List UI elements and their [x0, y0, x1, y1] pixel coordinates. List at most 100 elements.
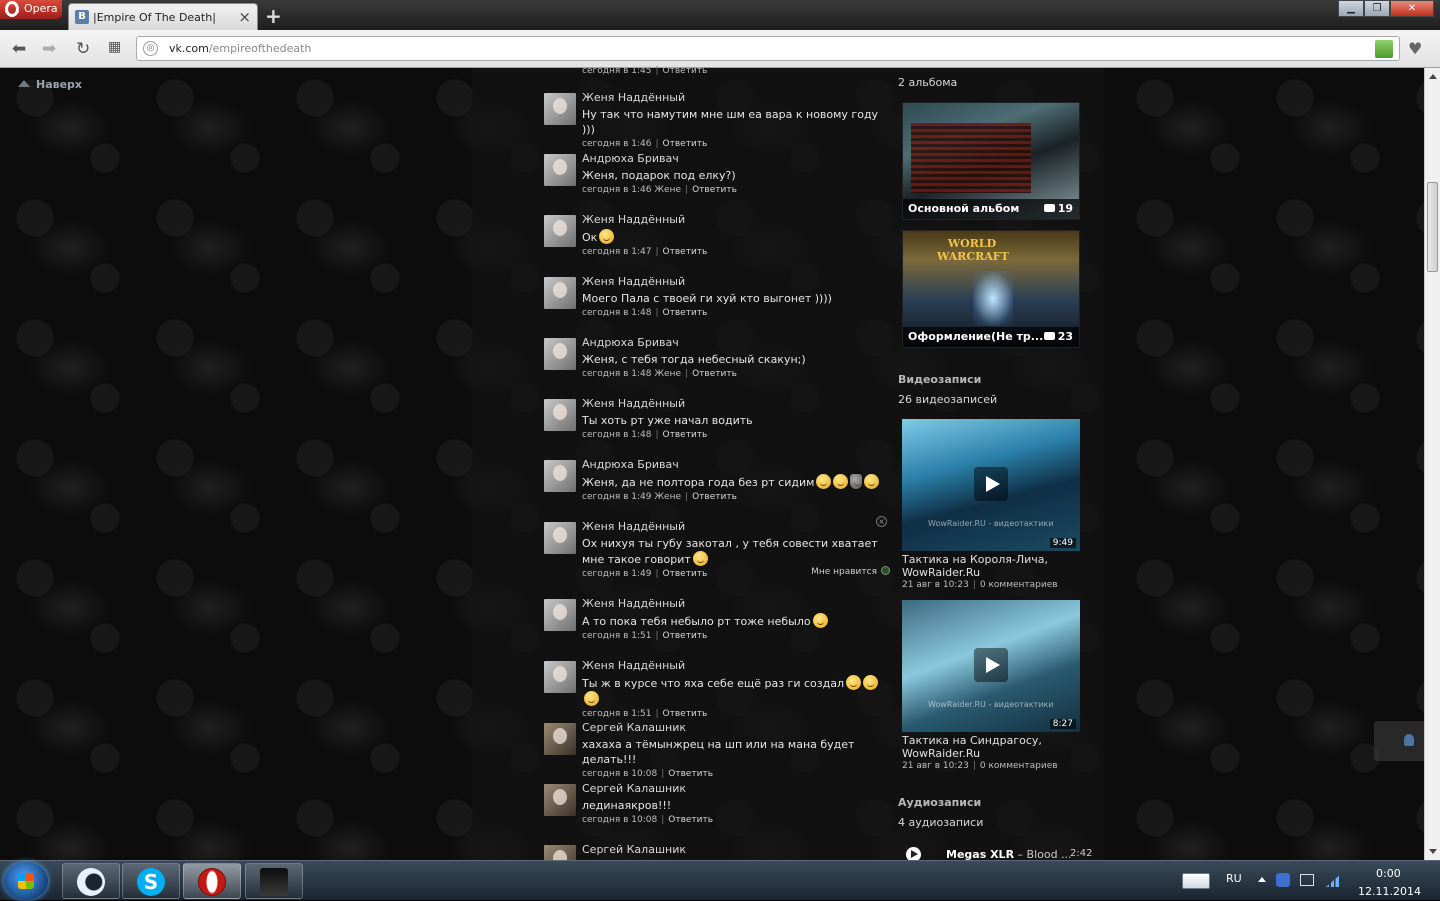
- comment-time[interactable]: сегодня в 1:49: [582, 492, 651, 502]
- reply-link[interactable]: Ответить: [668, 815, 713, 825]
- comment-time[interactable]: сегодня в 1:48: [582, 430, 651, 440]
- comment-meta: сегодня в 1:51 | Ответить: [582, 709, 708, 719]
- scroll-thumb[interactable]: [1427, 182, 1438, 272]
- video-title[interactable]: Тактика на Короля-Лича, WowRaider.Ru: [902, 553, 1082, 579]
- comment-text: Женя, да не полтора года без рт сидим: [582, 474, 882, 490]
- signal-icon[interactable]: [1326, 873, 1342, 887]
- reply-link[interactable]: Ответить: [663, 66, 708, 76]
- show-hidden-icons-icon[interactable]: [1258, 877, 1266, 882]
- reply-link[interactable]: Ответить: [668, 769, 713, 779]
- reply-link[interactable]: Ответить: [663, 247, 708, 257]
- comment-time[interactable]: сегодня в 1:48: [582, 308, 651, 318]
- delete-comment-icon[interactable]: ×: [876, 516, 887, 527]
- avatar[interactable]: [544, 338, 576, 370]
- comment-author[interactable]: Женя Наддённый: [582, 597, 882, 610]
- reply-to[interactable]: Жене: [654, 185, 681, 195]
- comment-time[interactable]: сегодня в 1:46: [582, 185, 651, 195]
- reply-link[interactable]: Ответить: [663, 139, 708, 149]
- comment-time[interactable]: сегодня в 1:51: [582, 709, 651, 719]
- avatar[interactable]: [544, 460, 576, 492]
- reply-to[interactable]: Жене: [654, 369, 681, 379]
- video-thumbnail[interactable]: WowRaider.RU - видеотактики 9:49: [902, 419, 1080, 551]
- avatar[interactable]: [544, 784, 576, 816]
- page-scrollbar[interactable]: [1424, 68, 1440, 860]
- taskbar-opera[interactable]: [183, 863, 241, 899]
- avatar[interactable]: [544, 399, 576, 431]
- clock-time[interactable]: 0:00: [1376, 867, 1401, 880]
- avatar[interactable]: [544, 154, 576, 186]
- reply-link[interactable]: Ответить: [663, 631, 708, 641]
- video-thumbnail[interactable]: WowRaider.RU - видеотактики 8:27: [902, 600, 1080, 732]
- taskbar-app-dark[interactable]: [245, 863, 303, 899]
- language-indicator[interactable]: RU: [1226, 872, 1242, 885]
- comment-time[interactable]: сегодня в 1:46: [582, 139, 651, 149]
- avatar[interactable]: [544, 215, 576, 247]
- video-comments-link[interactable]: 0 комментариев: [980, 580, 1058, 590]
- comment-time[interactable]: сегодня в 1:47: [582, 247, 651, 257]
- avatar[interactable]: [544, 723, 576, 755]
- pen-icon[interactable]: [1182, 873, 1210, 889]
- comment-text: Женя, с тебя тогда небесный скакун;): [582, 353, 806, 366]
- comment-author[interactable]: Андрюха Бривач: [582, 458, 882, 471]
- taskbar-app-launcher[interactable]: [62, 863, 120, 899]
- video-comments-link[interactable]: 0 комментариев: [980, 761, 1058, 771]
- audio-count[interactable]: 4 аудиозаписи: [898, 816, 983, 829]
- videos-heading[interactable]: Видеозаписи: [898, 373, 981, 386]
- reply-link[interactable]: Ответить: [692, 492, 737, 502]
- comment-time[interactable]: сегодня в 10:08: [582, 815, 657, 825]
- comment-author[interactable]: Андрюха Бривач: [582, 336, 882, 349]
- comment-time[interactable]: сегодня в 1:51: [582, 631, 651, 641]
- avatar[interactable]: [544, 93, 576, 125]
- comment-author[interactable]: Женя Наддённый: [582, 91, 882, 104]
- taskbar-skype[interactable]: S: [122, 863, 180, 899]
- avatar[interactable]: [544, 661, 576, 693]
- audio-heading[interactable]: Аудиозаписи: [898, 796, 981, 809]
- tray-app-icon[interactable]: [1276, 873, 1290, 887]
- start-button[interactable]: [4, 862, 48, 900]
- camera-icon: [1043, 204, 1055, 212]
- comment-time[interactable]: сегодня в 1:48: [582, 369, 651, 379]
- reply-link[interactable]: Ответить: [663, 308, 708, 318]
- avatar[interactable]: [544, 845, 576, 860]
- like-button[interactable]: Мне нравится: [811, 566, 890, 577]
- comment-author[interactable]: Женя Наддённый: [582, 659, 882, 672]
- albums-count[interactable]: 2 альбома: [898, 76, 957, 89]
- avatar-face: [553, 850, 567, 860]
- reply-link[interactable]: Ответить: [692, 185, 737, 195]
- reply-link[interactable]: Ответить: [663, 569, 708, 579]
- comment-body: Сергей Калашник лединаякров!!! сегодня в 1…: [582, 782, 882, 825]
- album-title: Основной альбом: [908, 202, 1020, 215]
- comment-author[interactable]: Сергей Калашник: [582, 782, 882, 795]
- comment-author[interactable]: Андрюха Бривач: [582, 152, 882, 165]
- comment-time[interactable]: сегодня в 1:49: [582, 569, 651, 579]
- comment-author[interactable]: Сергей Калашник: [582, 843, 882, 856]
- play-icon[interactable]: [906, 847, 921, 860]
- display-icon[interactable]: [1300, 874, 1314, 886]
- video-title[interactable]: Тактика на Синдрагосу, WowRaider.Ru: [902, 734, 1082, 760]
- play-icon[interactable]: [974, 467, 1008, 501]
- skype-icon: S: [137, 868, 165, 896]
- clock-date[interactable]: 12.11.2014: [1358, 885, 1421, 898]
- avatar[interactable]: [544, 522, 576, 554]
- comment-author[interactable]: Женя Наддённый: [582, 213, 882, 226]
- videos-count[interactable]: 26 видеозаписей: [898, 393, 997, 406]
- reply-to[interactable]: Жене: [654, 492, 681, 502]
- scroll-up-icon[interactable]: [1429, 74, 1437, 79]
- avatar[interactable]: [544, 599, 576, 631]
- comment-author[interactable]: Сергей Калашник: [582, 721, 882, 734]
- comment-author[interactable]: Женя Наддённый: [582, 275, 882, 288]
- reply-link[interactable]: Ответить: [663, 709, 708, 719]
- album-card[interactable]: Основной альбом 19: [902, 102, 1080, 220]
- floating-people-button[interactable]: [1374, 721, 1424, 761]
- avatar[interactable]: [544, 277, 576, 309]
- play-icon[interactable]: [974, 648, 1008, 682]
- reply-link[interactable]: Ответить: [663, 430, 708, 440]
- comment-time[interactable]: сегодня в 10:08: [582, 769, 657, 779]
- comment-meta: сегодня в 1:48 | Ответить: [582, 308, 708, 318]
- comment-author[interactable]: Женя Наддённый: [582, 520, 882, 533]
- scroll-down-icon[interactable]: [1429, 849, 1437, 854]
- album-card[interactable]: WORLD WARCRAFT Оформление(Не тр... 23: [902, 230, 1080, 348]
- comment-author[interactable]: Женя Наддённый: [582, 397, 882, 410]
- comment-text: лединаякров!!!: [582, 799, 672, 812]
- reply-link[interactable]: Ответить: [692, 369, 737, 379]
